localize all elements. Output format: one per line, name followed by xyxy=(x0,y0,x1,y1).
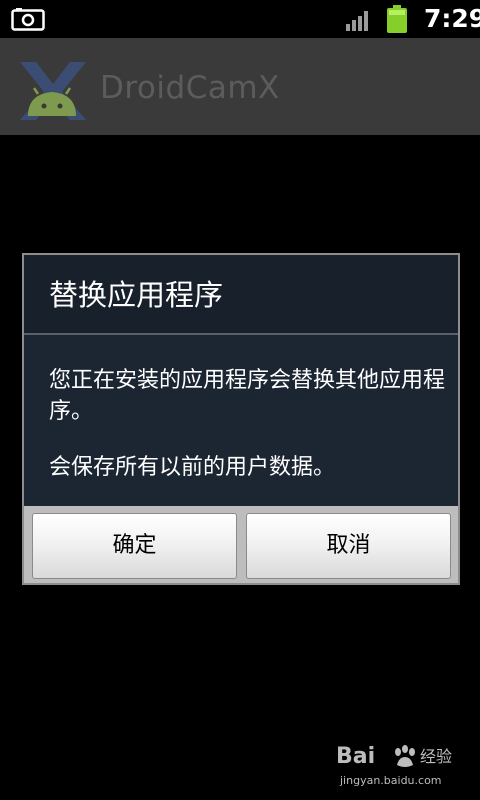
droidcamx-logo-icon xyxy=(20,62,86,120)
dialog-button-bar: 确定 取消 xyxy=(24,506,458,583)
status-clock: 7:29 xyxy=(424,4,480,33)
ok-button[interactable]: 确定 xyxy=(32,513,237,579)
dialog-message-replace: 您正在安装的应用程序会替换其他应用程序。 xyxy=(49,368,446,424)
replace-app-dialog: 替换应用程序 您正在安装的应用程序会替换其他应用程序。 会保存所有以前的用户数据… xyxy=(22,253,460,585)
cancel-button[interactable]: 取消 xyxy=(246,513,451,579)
dialog-header: 替换应用程序 xyxy=(24,255,458,333)
dialog-message-data: 会保存所有以前的用户数据。 xyxy=(49,455,336,480)
watermark-brand: Bai xyxy=(336,744,376,769)
status-bar: 7:29 xyxy=(0,0,480,38)
dialog-divider xyxy=(24,333,458,335)
app-name: DroidCamX xyxy=(100,70,280,106)
app-title-bar: DroidCamX xyxy=(0,38,480,135)
screen: 7:29 DroidCamX 替换应用程序 您正在安装的应用程序会替换其他应用程… xyxy=(0,0,480,800)
baidu-watermark: Bai 经验 jingyan.baidu.com xyxy=(336,742,476,796)
dialog-title: 替换应用程序 xyxy=(49,278,224,312)
baidu-paw-icon xyxy=(395,745,415,767)
watermark-suffix: 经验 xyxy=(420,747,453,766)
battery-icon xyxy=(387,5,407,33)
camera-icon xyxy=(11,8,45,31)
dialog-message: 您正在安装的应用程序会替换其他应用程序。 会保存所有以前的用户数据。 xyxy=(49,365,449,483)
signal-icon xyxy=(346,11,368,31)
watermark-url: jingyan.baidu.com xyxy=(340,774,442,787)
